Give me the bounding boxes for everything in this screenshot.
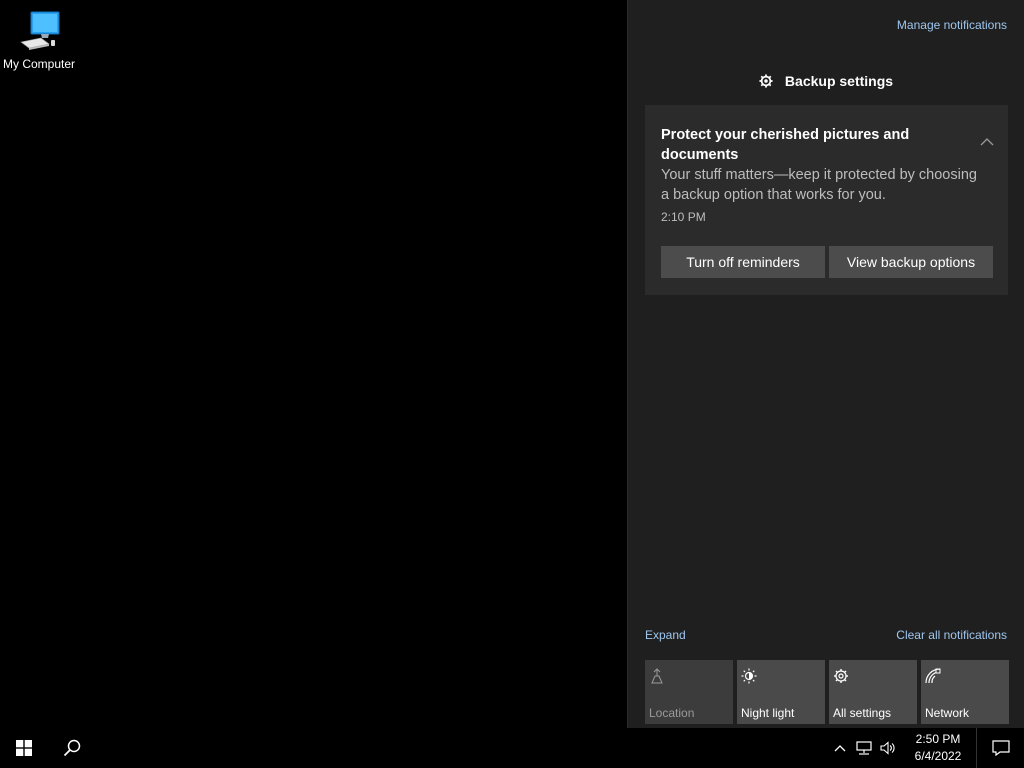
search-icon	[63, 739, 81, 757]
start-button[interactable]	[0, 728, 48, 768]
quick-action-label: Night light	[741, 706, 795, 720]
turn-off-reminders-button[interactable]: Turn off reminders	[661, 246, 825, 278]
location-icon	[651, 668, 663, 684]
computer-icon	[20, 11, 60, 50]
network-tray-button[interactable]	[852, 728, 876, 768]
windows-logo-icon	[16, 740, 32, 756]
gear-icon	[759, 74, 773, 88]
clear-all-notifications-link[interactable]: Clear all notifications	[896, 628, 1007, 642]
settings-icon	[834, 669, 848, 683]
chevron-up-icon	[834, 745, 846, 752]
toast-body: Your stuff matters—keep it protected by …	[661, 167, 977, 203]
quick-action-label: All settings	[833, 706, 892, 720]
toast-title: Protect your cherished pictures and docu…	[661, 127, 910, 163]
quick-action-all-settings[interactable]: All settings	[829, 660, 917, 724]
notification-group-title: Backup settings	[784, 73, 894, 89]
clock-time: 2:50 PM	[915, 732, 961, 746]
quick-action-location[interactable]: Location	[645, 660, 733, 724]
quick-action-label: Network	[925, 706, 970, 720]
expand-link[interactable]: Expand	[645, 628, 686, 642]
volume-icon	[880, 741, 895, 755]
search-button[interactable]	[48, 728, 96, 768]
backup-notification-toast[interactable]: Protect your cherished pictures and docu…	[645, 105, 1008, 295]
chevron-up-icon[interactable]	[980, 137, 994, 147]
volume-tray-button[interactable]	[876, 728, 900, 768]
notification-group-header[interactable]: Backup settings	[628, 73, 1024, 89]
system-tray: 2:50 PM 6/4/2022	[828, 728, 1024, 768]
network-icon	[856, 741, 872, 755]
action-center-button[interactable]	[976, 728, 1024, 768]
clock-date: 6/4/2022	[914, 749, 962, 763]
night-light-icon	[741, 668, 757, 684]
manage-notifications-link[interactable]: Manage notifications	[897, 18, 1007, 32]
quick-action-network[interactable]: Network	[921, 660, 1009, 724]
desktop-icon-label: My Computer	[2, 57, 76, 71]
taskbar: 2:50 PM 6/4/2022	[0, 728, 1024, 768]
quick-actions: Location Night light All settings Networ…	[645, 660, 1011, 724]
show-hidden-icons-button[interactable]	[828, 728, 852, 768]
desktop-icon-my-computer[interactable]: My Computer	[0, 8, 78, 71]
taskbar-clock[interactable]: 2:50 PM 6/4/2022	[900, 728, 976, 768]
action-center-panel: Manage notifications Backup settings Pro…	[627, 0, 1024, 728]
view-backup-options-button[interactable]: View backup options	[829, 246, 993, 278]
quick-action-label: Location	[649, 706, 695, 720]
network-icon	[925, 668, 941, 684]
toast-timestamp: 2:10 PM	[661, 210, 706, 224]
quick-action-night-light[interactable]: Night light	[737, 660, 825, 724]
action-center-icon	[991, 740, 1010, 756]
